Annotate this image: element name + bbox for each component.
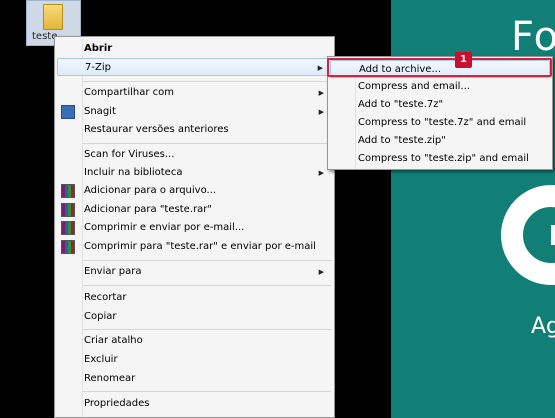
menu-item-7zip[interactable]: 7-Zip ▶ bbox=[57, 58, 332, 76]
menu-item-label: Comprimir e enviar por e-mail... bbox=[84, 222, 245, 233]
background-logo bbox=[501, 185, 555, 285]
menu-item-label: Add to "teste.7z" bbox=[358, 99, 444, 110]
menu-item-label: Excluir bbox=[84, 354, 118, 365]
menu-separator bbox=[83, 329, 331, 330]
submenu-arrow-icon: ▶ bbox=[318, 108, 324, 116]
winrar-icon bbox=[61, 184, 75, 198]
annotation-step-badge: 1 bbox=[455, 52, 472, 68]
menu-item-adicionar-teste-rar[interactable]: Adicionar para "teste.rar" bbox=[57, 201, 332, 219]
menu-item-label: Snagit bbox=[84, 106, 116, 117]
menu-item-label: Criar atalho bbox=[84, 335, 143, 346]
menu-item-propriedades[interactable]: Propriedades bbox=[57, 395, 332, 413]
submenu-item-add-teste-7z[interactable]: Add to "teste.7z" bbox=[330, 96, 550, 114]
menu-separator bbox=[83, 391, 331, 392]
background-logo-bar bbox=[551, 225, 555, 245]
folder-icon bbox=[43, 4, 63, 30]
winrar-icon bbox=[61, 221, 75, 235]
menu-item-label: Recortar bbox=[84, 292, 127, 303]
menu-item-label: Compress to "teste.7z" and email bbox=[358, 117, 527, 128]
menu-item-comprimir-teste-rar-email[interactable]: Comprimir para "teste.rar" e enviar por … bbox=[57, 238, 332, 256]
menu-item-label: Restaurar versões anteriores bbox=[84, 124, 229, 135]
submenu-item-compress-email[interactable]: Compress and email... bbox=[330, 78, 550, 96]
menu-item-enviar-para[interactable]: Enviar para ▶ bbox=[57, 263, 332, 281]
menu-item-copiar[interactable]: Copiar bbox=[57, 308, 332, 326]
menu-item-label: Scan for Viruses... bbox=[84, 149, 175, 160]
menu-item-label: 7-Zip bbox=[85, 62, 111, 73]
context-menu: Abrir 7-Zip ▶ Compartilhar com ▶ Snagit … bbox=[54, 36, 335, 418]
submenu-item-compress-teste-7z-email[interactable]: Compress to "teste.7z" and email bbox=[330, 114, 550, 132]
menu-item-label: Add to "teste.zip" bbox=[358, 135, 446, 146]
menu-separator bbox=[83, 260, 331, 261]
submenu-arrow-icon: ▶ bbox=[318, 268, 324, 276]
menu-item-label: Copiar bbox=[84, 311, 117, 322]
background-title-fragment: Fo bbox=[511, 14, 555, 60]
menu-item-label: Propriedades bbox=[84, 398, 150, 409]
menu-item-comprimir-email[interactable]: Comprimir e enviar por e-mail... bbox=[57, 219, 332, 237]
menu-item-snagit[interactable]: Snagit ▶ bbox=[57, 103, 332, 121]
menu-item-excluir[interactable]: Excluir bbox=[57, 351, 332, 369]
winrar-icon bbox=[61, 203, 75, 217]
menu-item-label: Abrir bbox=[84, 43, 113, 54]
snagit-icon bbox=[61, 105, 75, 119]
menu-separator bbox=[83, 285, 331, 286]
submenu-item-add-teste-zip[interactable]: Add to "teste.zip" bbox=[330, 132, 550, 150]
menu-item-label: Compress and email... bbox=[358, 81, 470, 92]
menu-item-adicionar-arquivo[interactable]: Adicionar para o arquivo... bbox=[57, 182, 332, 200]
menu-item-label: Enviar para bbox=[84, 266, 142, 277]
menu-item-label: Compress to "teste.zip" and email bbox=[358, 153, 529, 164]
menu-separator bbox=[83, 81, 331, 82]
menu-item-label: Adicionar para o arquivo... bbox=[84, 185, 217, 196]
menu-item-label: Renomear bbox=[84, 373, 136, 384]
menu-item-criar-atalho[interactable]: Criar atalho bbox=[57, 332, 332, 350]
menu-item-label: Compartilhar com bbox=[84, 87, 175, 98]
menu-item-incluir-biblioteca[interactable]: Incluir na biblioteca ▶ bbox=[57, 164, 332, 182]
menu-item-restaurar[interactable]: Restaurar versões anteriores bbox=[57, 121, 332, 139]
background-subtitle-fragment: Ag bbox=[531, 314, 555, 339]
winrar-icon bbox=[61, 240, 75, 254]
submenu-item-compress-teste-zip-email[interactable]: Compress to "teste.zip" and email bbox=[330, 150, 550, 168]
submenu-arrow-icon: ▶ bbox=[318, 89, 324, 97]
annotation-highlight-box bbox=[327, 58, 552, 77]
menu-separator bbox=[83, 143, 331, 144]
menu-item-scan-viruses[interactable]: Scan for Viruses... bbox=[57, 146, 332, 164]
submenu-arrow-icon: ▶ bbox=[317, 64, 323, 72]
menu-item-label: Adicionar para "teste.rar" bbox=[84, 204, 212, 215]
menu-item-abrir[interactable]: Abrir bbox=[57, 40, 332, 58]
submenu-arrow-icon: ▶ bbox=[318, 169, 324, 177]
menu-item-recortar[interactable]: Recortar bbox=[57, 289, 332, 307]
menu-item-label: Incluir na biblioteca bbox=[84, 167, 183, 178]
menu-item-label: Comprimir para "teste.rar" e enviar por … bbox=[84, 241, 316, 252]
menu-item-renomear[interactable]: Renomear bbox=[57, 370, 332, 388]
menu-item-compartilhar[interactable]: Compartilhar com ▶ bbox=[57, 84, 332, 102]
